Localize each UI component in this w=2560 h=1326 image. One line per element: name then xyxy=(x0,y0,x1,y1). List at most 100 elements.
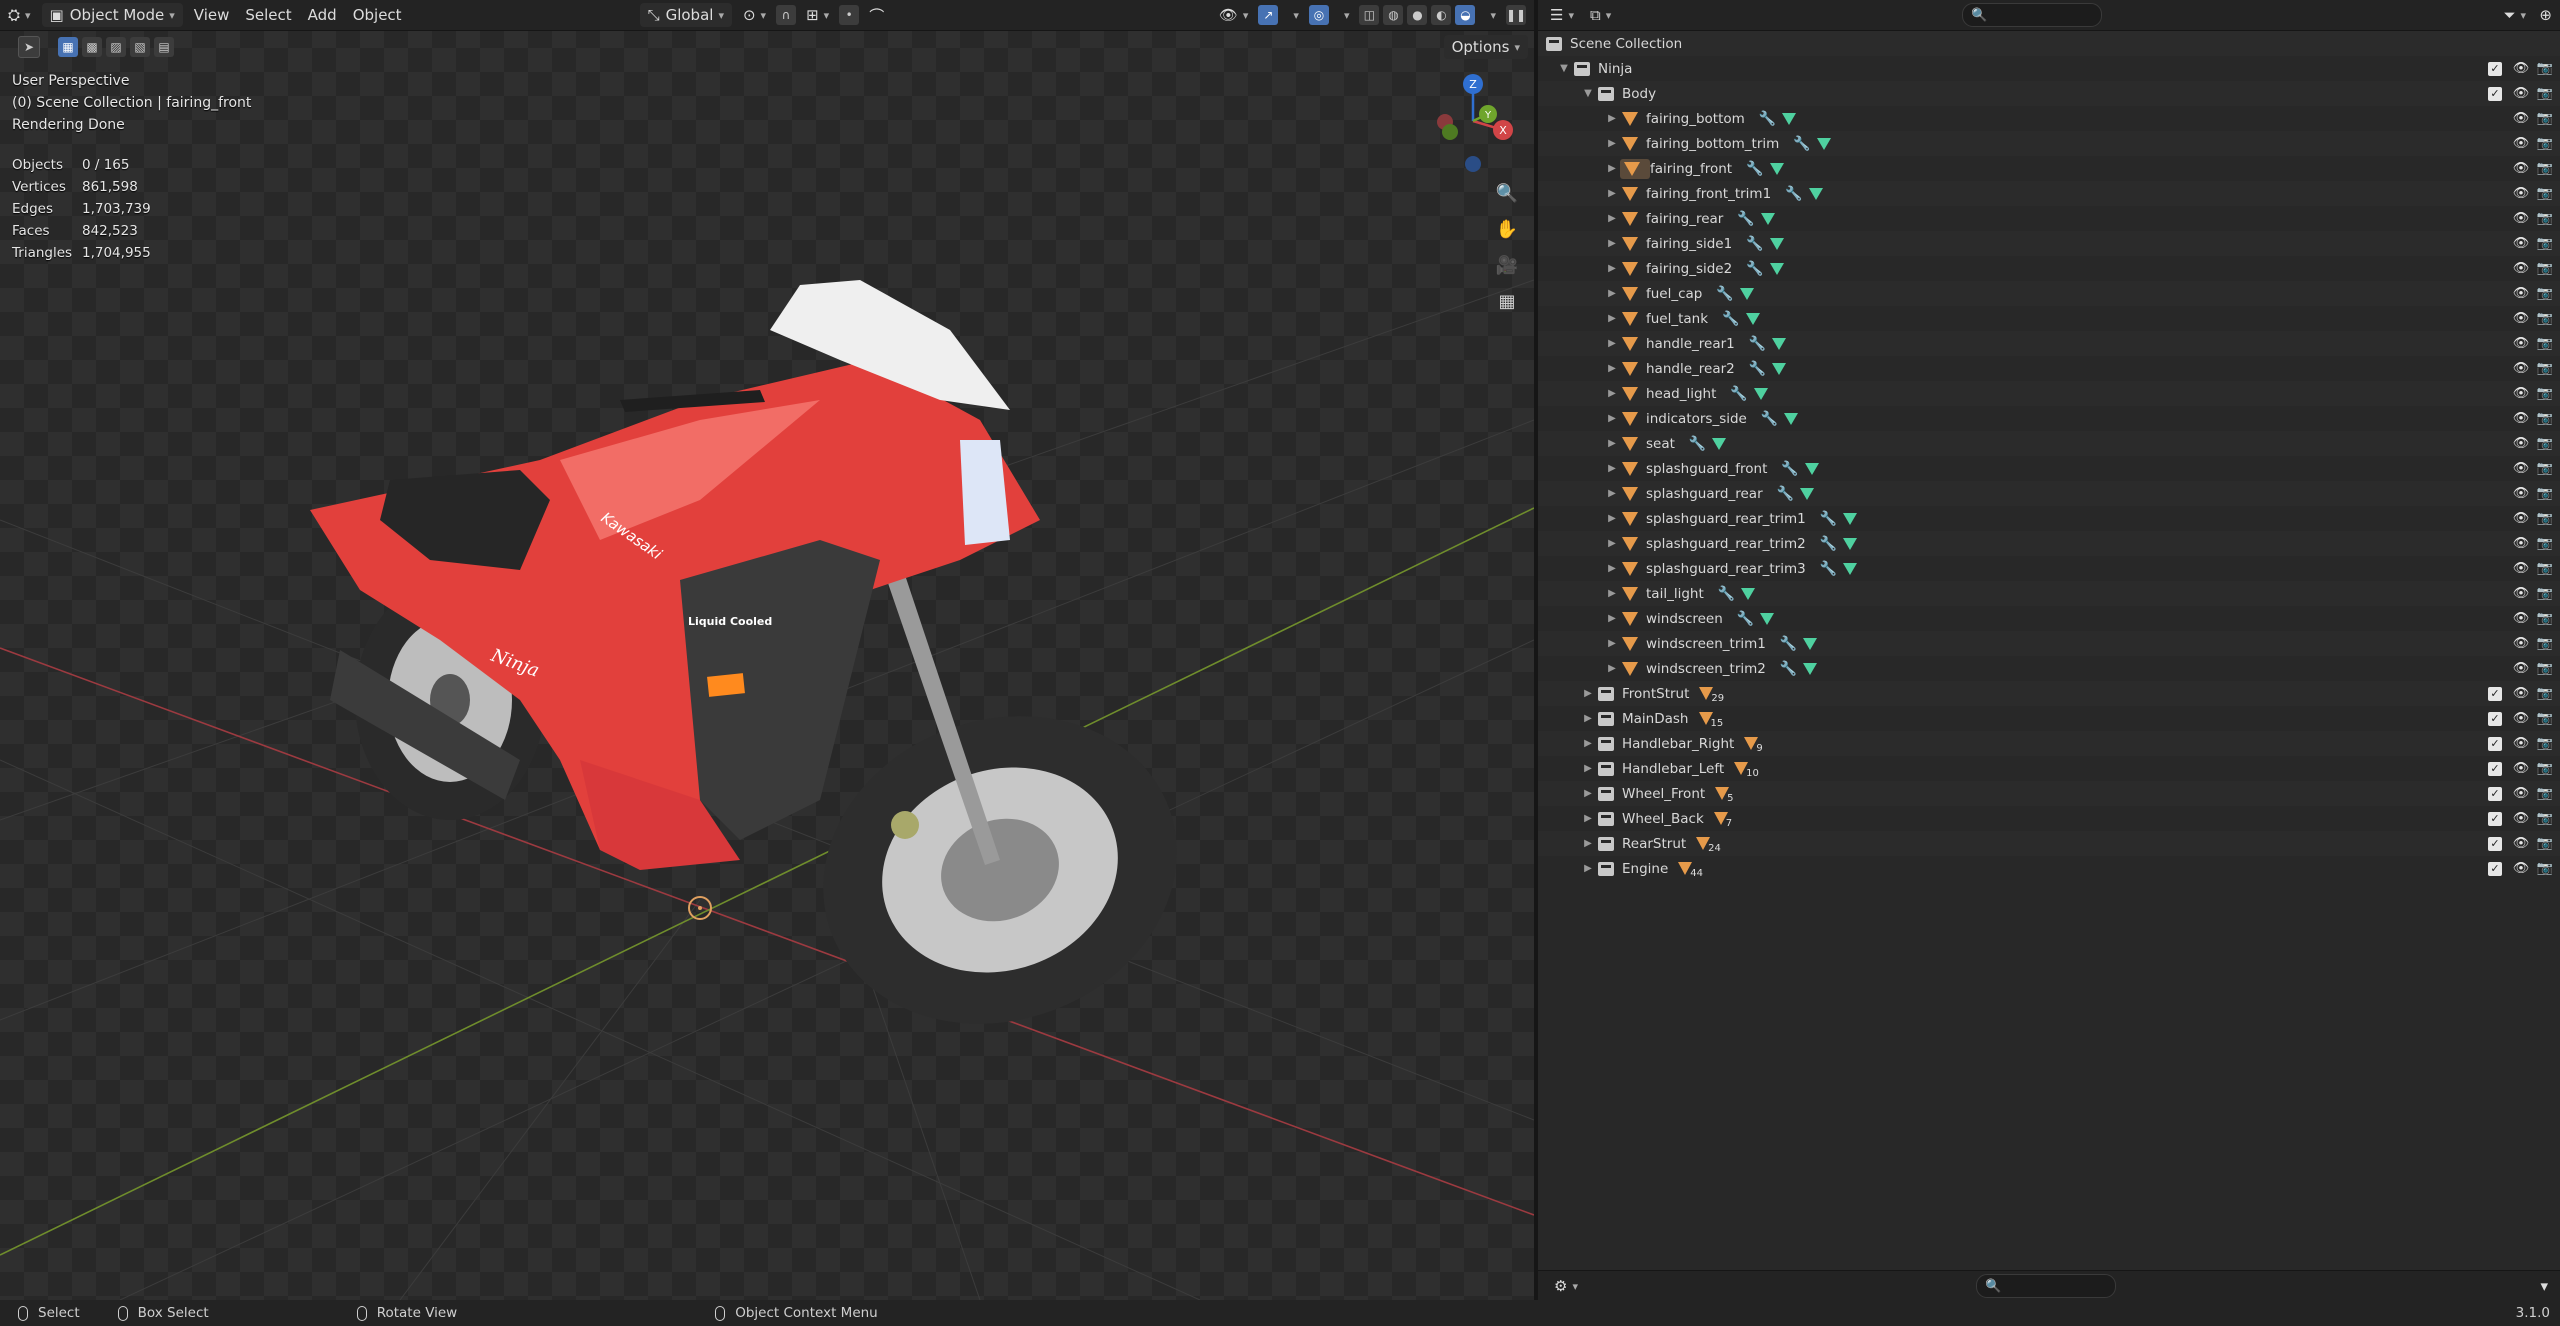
wrench-modifier-icon[interactable]: 🔧 xyxy=(1820,561,1837,577)
select-mode-subtract[interactable]: ▨ xyxy=(106,37,126,57)
camera-icon[interactable]: 📷 xyxy=(2536,486,2554,501)
eye-icon[interactable]: 👁 xyxy=(2512,686,2530,701)
eye-icon[interactable]: 👁 xyxy=(2512,136,2530,151)
mesh-data-icon[interactable] xyxy=(1843,562,1858,575)
expand-arrow[interactable]: ▶ xyxy=(1580,788,1596,799)
mesh-data-icon[interactable] xyxy=(1843,512,1858,525)
expand-arrow[interactable]: ▶ xyxy=(1580,863,1596,874)
object-row[interactable]: ▶ fairing_rear 🔧 👁 📷 xyxy=(1538,206,2560,231)
eye-icon[interactable]: 👁 xyxy=(2512,511,2530,526)
expand-arrow[interactable]: ▶ xyxy=(1580,713,1596,724)
zoom-view-button[interactable]: 🔍 xyxy=(1492,178,1522,208)
object-row[interactable]: ▶ splashguard_rear_trim1 🔧 👁 📷 xyxy=(1538,506,2560,531)
eye-icon[interactable]: 👁 xyxy=(2512,761,2530,776)
eye-icon[interactable]: 👁 xyxy=(2512,61,2530,76)
expand-arrow[interactable]: ▶ xyxy=(1604,613,1620,624)
eye-icon[interactable]: 👁 xyxy=(2512,436,2530,451)
wrench-modifier-icon[interactable]: 🔧 xyxy=(1737,211,1754,227)
camera-icon[interactable]: 📷 xyxy=(2536,711,2554,726)
collection-row[interactable]: ▶ Engine 44 ✓ 👁 📷 xyxy=(1538,856,2560,881)
select-mode-extend[interactable]: ▩ xyxy=(82,37,102,57)
collection-row[interactable]: ▶ Wheel_Front 5 ✓ 👁 📷 xyxy=(1538,781,2560,806)
camera-icon[interactable]: 📷 xyxy=(2536,386,2554,401)
eye-icon[interactable]: 👁 xyxy=(2512,586,2530,601)
camera-icon[interactable]: 📷 xyxy=(2536,261,2554,276)
mesh-data-icon[interactable] xyxy=(1741,587,1756,600)
mesh-data-icon[interactable] xyxy=(1769,162,1784,175)
object-row[interactable]: ▶ fairing_bottom 🔧 👁 📷 xyxy=(1538,106,2560,131)
3d-viewport[interactable]: Kawasaki Liquid Cooled Ninja ⛭ ▣ Object … xyxy=(0,0,1534,1300)
proportional-edit-toggle[interactable]: • xyxy=(839,5,860,25)
camera-icon[interactable]: 📷 xyxy=(2536,336,2554,351)
collection-row[interactable]: ▶ Handlebar_Right 9 ✓ 👁 📷 xyxy=(1538,731,2560,756)
display-mode-button[interactable]: ⧉ xyxy=(1582,3,1619,27)
wrench-modifier-icon[interactable]: 🔧 xyxy=(1820,511,1837,527)
expand-arrow[interactable]: ▶ xyxy=(1604,188,1620,199)
collection-row-ninja[interactable]: ▼ Ninja ✓ 👁 📷 xyxy=(1538,56,2560,81)
camera-icon[interactable]: 📷 xyxy=(2536,61,2554,76)
mesh-data-icon[interactable] xyxy=(1712,437,1727,450)
wrench-modifier-icon[interactable]: 🔧 xyxy=(1718,586,1735,602)
object-row[interactable]: ▶ fuel_tank 🔧 👁 📷 xyxy=(1538,306,2560,331)
eye-icon[interactable]: 👁 xyxy=(2512,486,2530,501)
wrench-modifier-icon[interactable]: 🔧 xyxy=(1737,611,1754,627)
wrench-modifier-icon[interactable]: 🔧 xyxy=(1780,661,1797,677)
expand-arrow[interactable]: ▶ xyxy=(1580,838,1596,849)
expand-arrow[interactable]: ▶ xyxy=(1604,488,1620,499)
mesh-data-icon[interactable] xyxy=(1760,212,1775,225)
select-mode-intersect[interactable]: ▤ xyxy=(154,37,174,57)
scene-collection-row[interactable]: Scene Collection xyxy=(1538,31,2560,56)
eye-icon[interactable]: 👁 xyxy=(2512,186,2530,201)
object-row[interactable]: ▶ fairing_side1 🔧 👁 📷 xyxy=(1538,231,2560,256)
mesh-data-icon[interactable] xyxy=(1804,462,1819,475)
object-row[interactable]: ▶ fairing_front 🔧 👁 📷 xyxy=(1538,156,2560,181)
bottom-editor-type[interactable]: ⚙ xyxy=(1546,1274,1586,1298)
active-tool-select[interactable]: ➤ xyxy=(18,36,40,58)
bottom-dropdown-button[interactable]: ▾ xyxy=(2532,1274,2556,1298)
include-checkbox[interactable]: ✓ xyxy=(2488,711,2502,726)
expand-arrow[interactable]: ▶ xyxy=(1580,738,1596,749)
eye-icon[interactable]: 👁 xyxy=(2512,211,2530,226)
collection-row[interactable]: ▶ RearStrut 24 ✓ 👁 📷 xyxy=(1538,831,2560,856)
collection-row-body[interactable]: ▼ Body ✓ 👁 📷 xyxy=(1538,81,2560,106)
camera-icon[interactable]: 📷 xyxy=(2536,436,2554,451)
expand-arrow[interactable]: ▶ xyxy=(1604,538,1620,549)
eye-icon[interactable]: 👁 xyxy=(2512,361,2530,376)
include-checkbox[interactable]: ✓ xyxy=(2488,61,2502,76)
expand-arrow[interactable]: ▼ xyxy=(1556,63,1572,74)
falloff-button[interactable]: ⌒ xyxy=(861,3,892,27)
wrench-modifier-icon[interactable]: 🔧 xyxy=(1716,286,1733,302)
eye-icon[interactable]: 👁 xyxy=(2512,286,2530,301)
navigation-gizmo[interactable]: Z X Y xyxy=(1418,66,1528,176)
gizmo-options[interactable] xyxy=(1280,3,1307,27)
wrench-modifier-icon[interactable]: 🔧 xyxy=(1746,236,1763,252)
mesh-data-icon[interactable] xyxy=(1772,362,1787,375)
gizmo-toggle[interactable]: ↗ xyxy=(1258,5,1279,25)
camera-icon[interactable]: 📷 xyxy=(2536,186,2554,201)
camera-icon[interactable]: 📷 xyxy=(2536,211,2554,226)
object-row[interactable]: ▶ fairing_front_trim1 🔧 👁 📷 xyxy=(1538,181,2560,206)
eye-icon[interactable]: 👁 xyxy=(2512,261,2530,276)
wrench-modifier-icon[interactable]: 🔧 xyxy=(1759,111,1776,127)
eye-icon[interactable]: 👁 xyxy=(2512,836,2530,851)
mesh-data-icon[interactable] xyxy=(1803,662,1818,675)
camera-icon[interactable]: 📷 xyxy=(2536,786,2554,801)
object-row[interactable]: ▶ seat 🔧 👁 📷 xyxy=(1538,431,2560,456)
object-row[interactable]: ▶ fuel_cap 🔧 👁 📷 xyxy=(1538,281,2560,306)
eye-icon[interactable]: 👁 xyxy=(2512,311,2530,326)
transform-orientation[interactable]: ⤡ Global xyxy=(639,3,732,27)
outliner-search-input[interactable]: 🔍 xyxy=(1962,3,2102,27)
object-row[interactable]: ▶ windscreen 🔧 👁 📷 xyxy=(1538,606,2560,631)
camera-icon[interactable]: 📷 xyxy=(2536,286,2554,301)
eye-icon[interactable]: 👁 xyxy=(2512,111,2530,126)
menu-select[interactable]: Select xyxy=(237,3,299,27)
object-row[interactable]: ▶ splashguard_front 🔧 👁 📷 xyxy=(1538,456,2560,481)
pause-render-button[interactable]: ❚❚ xyxy=(1506,5,1526,25)
eye-icon[interactable]: 👁 xyxy=(2512,86,2530,101)
snap-toggle[interactable]: ∩ xyxy=(776,5,797,25)
eye-icon[interactable]: 👁 xyxy=(2512,736,2530,751)
object-row[interactable]: ▶ tail_light 🔧 👁 📷 xyxy=(1538,581,2560,606)
expand-arrow[interactable]: ▶ xyxy=(1604,663,1620,674)
camera-icon[interactable]: 📷 xyxy=(2536,536,2554,551)
visibility-button[interactable]: 👁 xyxy=(1211,3,1257,27)
